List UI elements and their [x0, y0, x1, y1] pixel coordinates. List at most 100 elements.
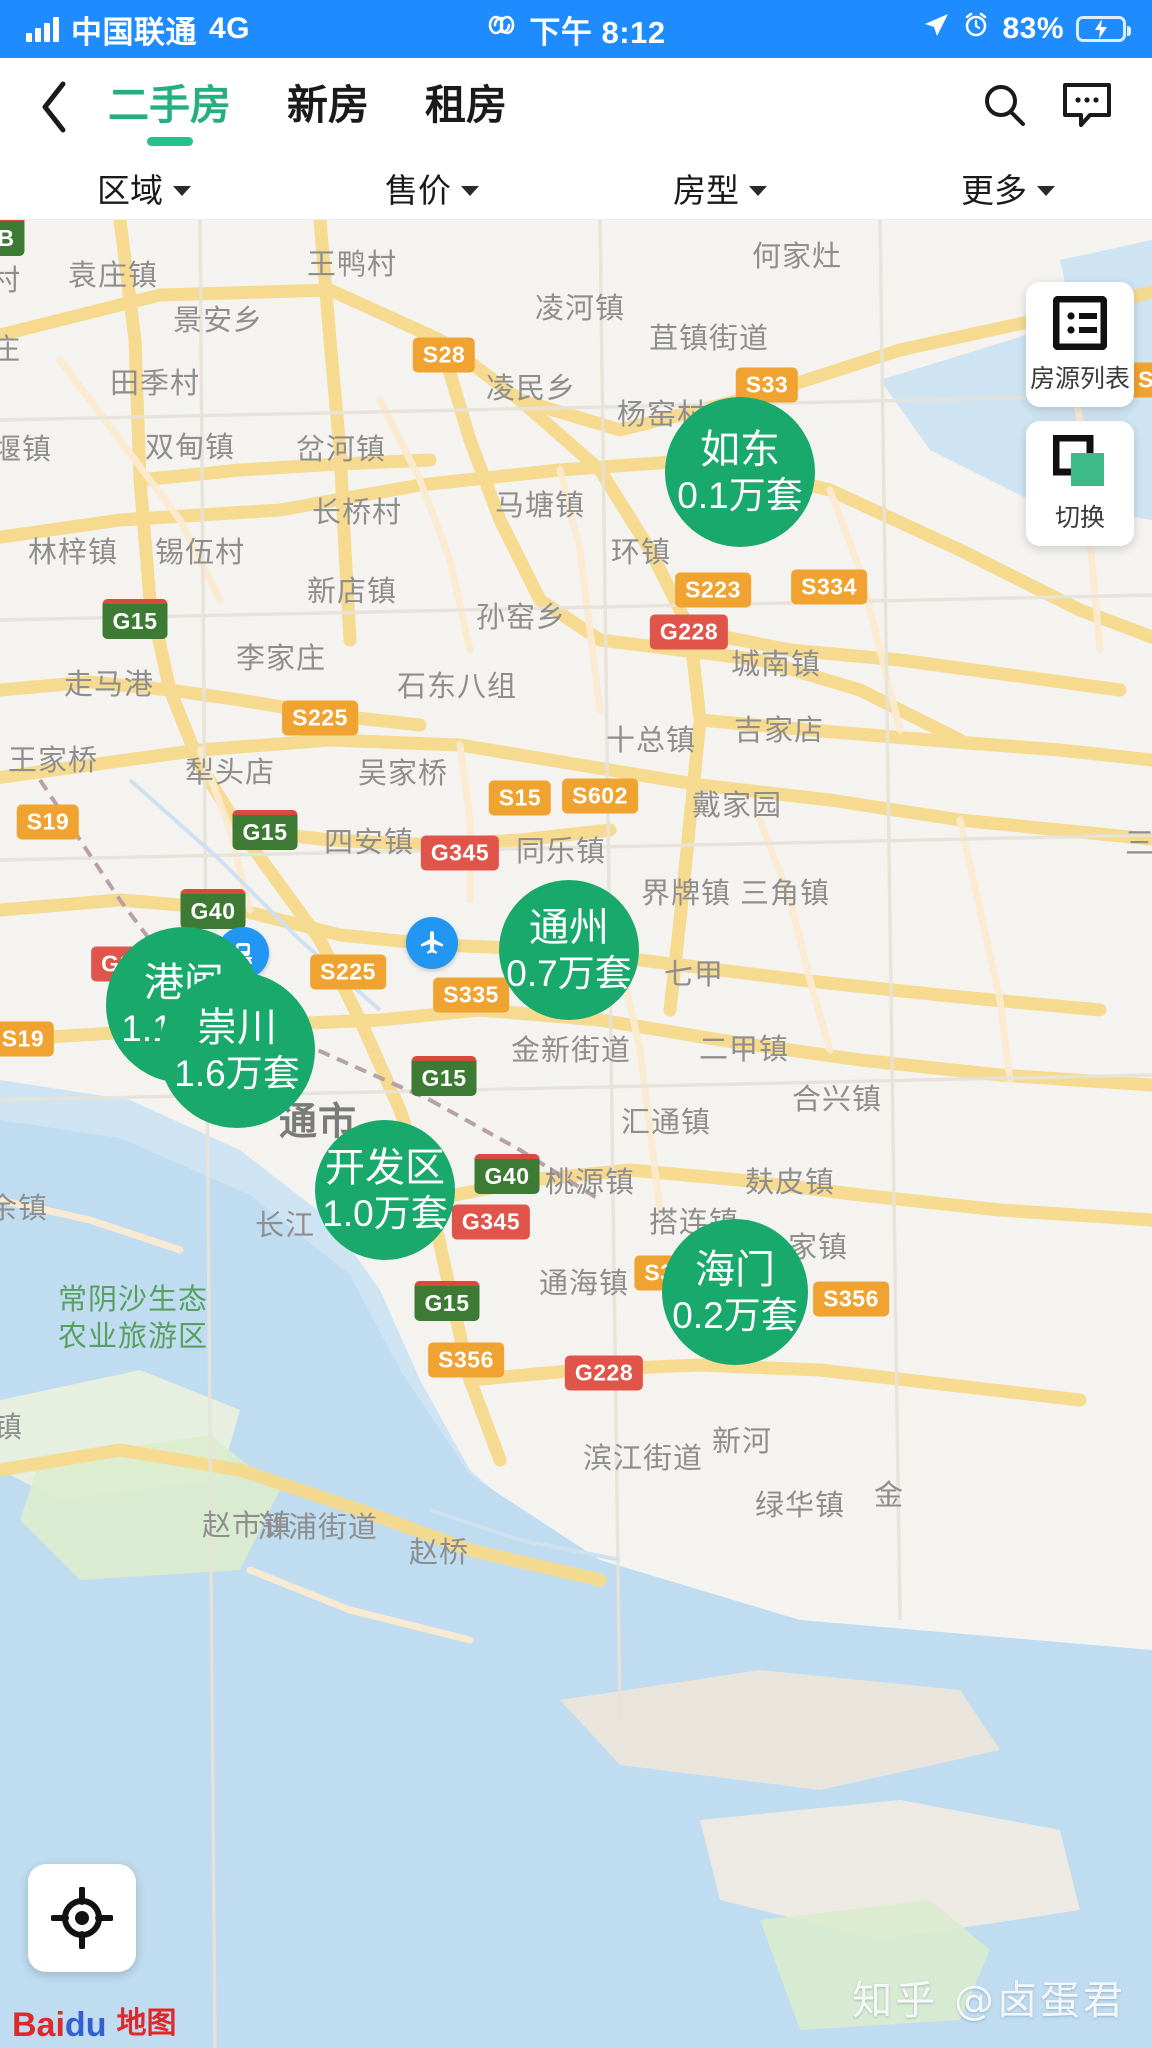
tab-rental[interactable]: 租房 [425, 84, 507, 130]
search-icon [985, 84, 1025, 126]
chevron-down-icon [461, 185, 479, 196]
carrier-label: 中国联通 [71, 14, 197, 50]
zhihu-watermark: 知乎 @卤蛋君 [852, 1978, 1126, 2024]
app-root: 中国联通 4G 下午 8:12 83% 二手房 新房 租房 区域 售价 房型 更… [0, 0, 1152, 2048]
status-bar-center: 下午 8:12 [393, 7, 760, 52]
map-place-label: 三 [1124, 828, 1152, 860]
baidu-logo-part1: Bai [12, 2006, 65, 2044]
map-place-label: 七甲 [663, 959, 725, 991]
map-park-label: 农业旅游区 [57, 1320, 209, 1353]
crosshair-locate-icon [51, 1887, 113, 1949]
tab-secondhand[interactable]: 二手房 [108, 84, 231, 130]
filter-price-label: 售价 [385, 171, 451, 209]
road-shield: G40 [180, 889, 246, 929]
baidu-map-suffix: 地图 [116, 2007, 177, 2040]
map-place-label: 三角镇 [739, 878, 831, 910]
map-place-label: 吴家桥 [357, 758, 449, 790]
house-list-label: 房源列表 [1030, 365, 1131, 393]
map-place-label: 孙窑乡 [475, 602, 567, 634]
map-place-label: 浒浦街道 [257, 1512, 379, 1544]
road-shield: S19 [16, 804, 80, 840]
filter-housetype[interactable]: 房型 [576, 164, 864, 212]
district-bubble[interactable]: 通州 0.7万套 [499, 880, 639, 1020]
locate-button[interactable] [28, 1864, 136, 1972]
map-place-label: 锡伍村 [154, 537, 246, 569]
filter-area[interactable]: 区域 [0, 164, 288, 212]
status-bar: 中国联通 4G 下午 8:12 83% [0, 0, 1152, 58]
map-canvas[interactable]: 袁庄镇村何家灶 王鸭村 凌河镇 苴镇街道 景安乡庄田季村 凌民乡 杨窑村 堰镇 双甸镇 岔河镇 长桥… [0, 220, 1152, 2048]
map-place-label: 十总镇 [605, 725, 697, 757]
status-bar-left: 中国联通 4G [26, 7, 393, 52]
map-place-label: 长桥村 [311, 497, 403, 529]
header-tabs: 二手房 新房 租房 [108, 84, 507, 130]
chevron-down-icon [173, 185, 191, 196]
map-place-label: 新店镇 [306, 576, 398, 608]
district-bubble-name: 崇川 [197, 1005, 277, 1050]
map-place-label: 滨江街道 [582, 1443, 704, 1475]
map-place-label: 金 [873, 1480, 905, 1512]
chevron-down-icon [749, 185, 767, 196]
district-bubble-count: 1.6万套 [174, 1052, 300, 1094]
location-arrow-icon [922, 11, 950, 47]
road-shield: S356 [428, 1342, 504, 1378]
road-shield: S334 [791, 569, 867, 605]
map-place-label: 四安镇 [323, 827, 415, 859]
road-shield: S225 [282, 700, 358, 736]
map-place-label: 环镇 [610, 537, 672, 569]
map-controls: 房源列表 切换 [1026, 282, 1134, 546]
road-shield: S602 [562, 778, 638, 814]
map-place-label: 李家庄 [235, 643, 327, 675]
signal-bars-icon [26, 16, 59, 42]
map-place-label: 袁庄镇 [67, 260, 159, 292]
message-button[interactable] [1062, 82, 1112, 133]
message-icon [1063, 82, 1111, 127]
battery-percent-label: 83% [1002, 12, 1065, 45]
alarm-clock-icon [962, 11, 990, 47]
map-place-label: 界牌镇 [640, 878, 732, 910]
filter-housetype-label: 房型 [673, 171, 739, 209]
layers-switch-icon [1053, 435, 1104, 486]
map-switch-button[interactable]: 切换 [1026, 421, 1134, 546]
map-place-label: 犁头店 [184, 757, 276, 789]
map-place-label: 岔河镇 [295, 434, 387, 466]
network-type-label: 4G [209, 12, 251, 45]
road-shield: G15 [411, 1056, 477, 1096]
map-place-label: 吉家店 [733, 715, 825, 747]
map-place-label: 堰镇 [0, 434, 53, 466]
district-bubble[interactable]: 崇川 1.6万套 [159, 972, 315, 1128]
road-shield: G15 [232, 810, 298, 850]
district-bubble[interactable]: 开发区 1.0万套 [315, 1120, 455, 1260]
district-bubble-count: 0.7万套 [506, 952, 632, 994]
clock-label: 下午 8:12 [529, 14, 666, 50]
filter-area-label: 区域 [97, 171, 163, 209]
baidu-logo-part2: du [64, 2006, 107, 2044]
app-header: 二手房 新房 租房 [0, 58, 1152, 156]
back-button[interactable] [0, 79, 108, 135]
house-list-button[interactable]: 房源列表 [1026, 282, 1134, 407]
map-place-label: 田季村 [109, 368, 201, 400]
road-shield: G345 [451, 1204, 531, 1240]
search-button[interactable] [980, 81, 1028, 134]
map-place-label: 凌河镇 [534, 293, 626, 325]
map-place-label: 戴家园 [691, 790, 783, 822]
map-place-label: 麸皮镇 [744, 1167, 836, 1199]
tab-newhouse[interactable]: 新房 [287, 84, 369, 130]
road-shield: G228 [564, 1355, 644, 1391]
map-place-label: 何家灶 [751, 241, 843, 273]
map-place-label: 合兴镇 [791, 1084, 883, 1116]
road-shield: G15 [102, 599, 168, 639]
map-place-label: 景安乡 [172, 305, 264, 337]
map-place-label: 桃源镇 [544, 1167, 636, 1199]
map-place-label: 凌民乡 [485, 373, 577, 405]
map-place-label: 城南镇 [730, 649, 822, 681]
map-place-label: 石东八组 [396, 671, 518, 703]
district-bubble[interactable]: 海门 0.2万套 [662, 1219, 808, 1365]
airport-icon[interactable] [406, 917, 458, 969]
district-bubble[interactable]: 如东 0.1万套 [665, 397, 815, 547]
map-place-label: 余镇 [0, 1193, 49, 1225]
filter-more[interactable]: 更多 [864, 164, 1152, 212]
filter-price[interactable]: 售价 [288, 164, 576, 212]
status-bar-right: 83% [759, 11, 1132, 47]
filter-bar: 区域 售价 房型 更多 [0, 156, 1152, 220]
district-bubble-name: 如东 [700, 427, 780, 472]
